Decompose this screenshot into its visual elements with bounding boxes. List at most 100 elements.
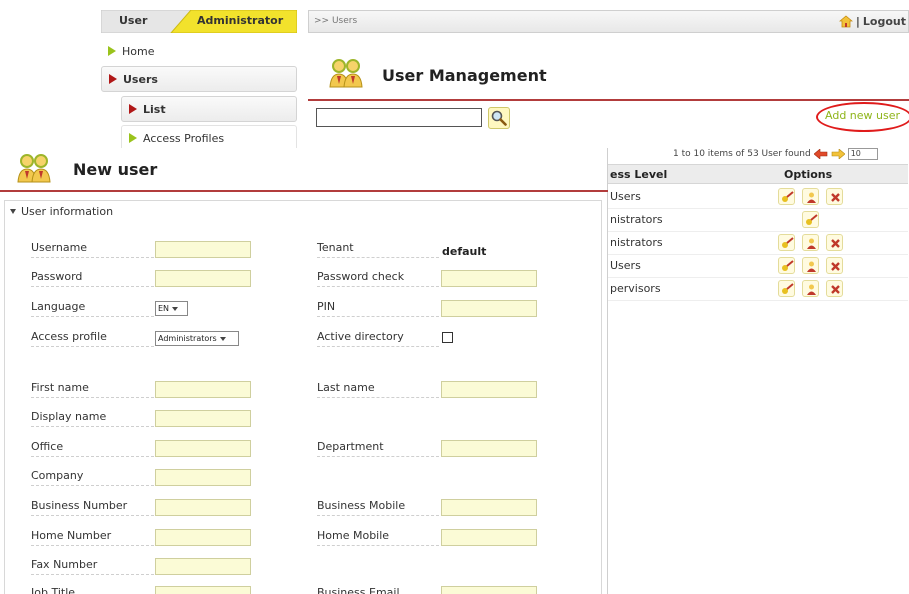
display-name-label: Display name [31,410,154,427]
sidebar-item-label: Users [123,72,158,86]
username-field[interactable] [155,241,251,258]
password-field[interactable] [155,270,251,287]
department-field[interactable] [441,440,537,457]
home-mobile-field[interactable] [441,529,537,546]
language-select[interactable]: EN [155,301,188,316]
edit-key-icon[interactable] [778,280,795,297]
password-label: Password [31,270,154,287]
business-number-field[interactable] [155,499,251,516]
edit-key-icon[interactable] [778,257,795,274]
search-button[interactable] [488,107,510,129]
sidebar-item-users[interactable]: Users [101,66,297,92]
access-level-cell: nistrators [610,236,663,249]
pagination: 1 to 10 items of 53 User found 10 [673,148,878,160]
table-row[interactable]: Users [608,255,908,278]
home-icon[interactable] [838,15,853,28]
fax-number-field[interactable] [155,558,251,575]
password-check-label: Password check [317,270,439,287]
user-information-panel: User information Username Tenant default… [4,200,602,594]
topbar-separator: | [855,15,860,28]
company-field[interactable] [155,469,251,486]
last-name-field[interactable] [441,381,537,398]
chevron-down-icon [172,306,179,311]
office-label: Office [31,440,154,457]
edit-key-icon[interactable] [778,234,795,251]
password-check-field[interactable] [441,270,537,287]
user-information-toggle[interactable]: User information [10,205,113,218]
active-directory-label: Active directory [317,330,439,347]
role-tab-user[interactable]: User [119,14,147,27]
business-email-field[interactable] [441,586,537,594]
home-mobile-label: Home Mobile [317,529,439,546]
home-number-label: Home Number [31,529,154,546]
job-title-field[interactable] [155,586,251,594]
triangle-arrow-icon [108,46,116,56]
edit-key-icon[interactable] [778,188,795,205]
delete-icon[interactable] [826,234,843,251]
table-row[interactable]: Users [608,186,908,209]
pin-label: PIN [317,300,439,317]
company-label: Company [31,469,154,486]
add-new-user-link[interactable]: Add new user [825,109,900,122]
top-bar: >> Users | Logout [308,10,909,33]
access-level-cell: pervisors [610,282,661,295]
delete-icon[interactable] [826,280,843,297]
pin-field[interactable] [441,300,537,317]
user-permissions-icon[interactable] [802,257,819,274]
triangle-arrow-icon [129,133,137,143]
previous-page-icon[interactable] [813,148,828,160]
business-email-label: Business Email [317,586,439,594]
triangle-arrow-icon [129,104,137,114]
user-permissions-icon[interactable] [802,234,819,251]
business-number-label: Business Number [31,499,154,516]
breadcrumb: >> Users [314,16,358,26]
business-mobile-field[interactable] [441,499,537,516]
role-tab-administrator[interactable]: Administrator [197,14,283,27]
job-title-label: Job Title [31,586,154,594]
next-page-icon[interactable] [831,148,846,160]
column-header-access-level[interactable]: ess Level [610,168,667,181]
access-level-cell: Users [610,190,641,203]
search-icon [491,110,507,126]
title-divider [308,99,909,101]
access-level-cell: Users [610,259,641,272]
logout-link[interactable]: Logout [863,15,906,28]
page-size-select[interactable]: 10 [847,148,878,160]
topbar-actions: | Logout [838,15,906,28]
language-value: EN [158,304,170,313]
dialog-title-divider [0,190,608,192]
user-permissions-icon[interactable] [802,188,819,205]
chevron-down-icon [219,336,226,341]
office-field[interactable] [155,440,251,457]
edit-key-icon[interactable] [802,211,819,228]
triangle-arrow-icon [109,74,117,84]
row-options [778,188,858,206]
first-name-label: First name [31,381,154,398]
display-name-field[interactable] [155,410,251,427]
table-row[interactable]: nistrators [608,209,908,232]
active-directory-checkbox[interactable] [442,332,453,343]
access-profile-label: Access profile [31,330,154,347]
caret-down-icon [10,209,16,214]
access-profile-select[interactable]: Administrators [155,331,239,346]
first-name-field[interactable] [155,381,251,398]
dialog-header: New user [0,148,608,190]
search-input[interactable] [316,108,482,127]
pagination-summary: 1 to 10 items of 53 User found [673,149,811,159]
sidebar-item-home[interactable]: Home [101,38,297,64]
delete-icon[interactable] [826,257,843,274]
user-management-header: User Management [312,55,909,100]
table-header: ess Level Options [608,164,908,184]
home-number-field[interactable] [155,529,251,546]
sidebar-item-label: Home [122,44,155,58]
sidebar-item-list[interactable]: List [121,96,297,122]
table-row[interactable]: nistrators [608,232,908,255]
department-label: Department [317,440,439,457]
page-size-value: 10 [850,149,861,158]
language-label: Language [31,300,154,317]
delete-icon[interactable] [826,188,843,205]
table-row[interactable]: pervisors [608,278,908,301]
access-level-cell: nistrators [610,213,663,226]
sidebar-item-label: Access Profiles [143,131,225,145]
user-permissions-icon[interactable] [802,280,819,297]
